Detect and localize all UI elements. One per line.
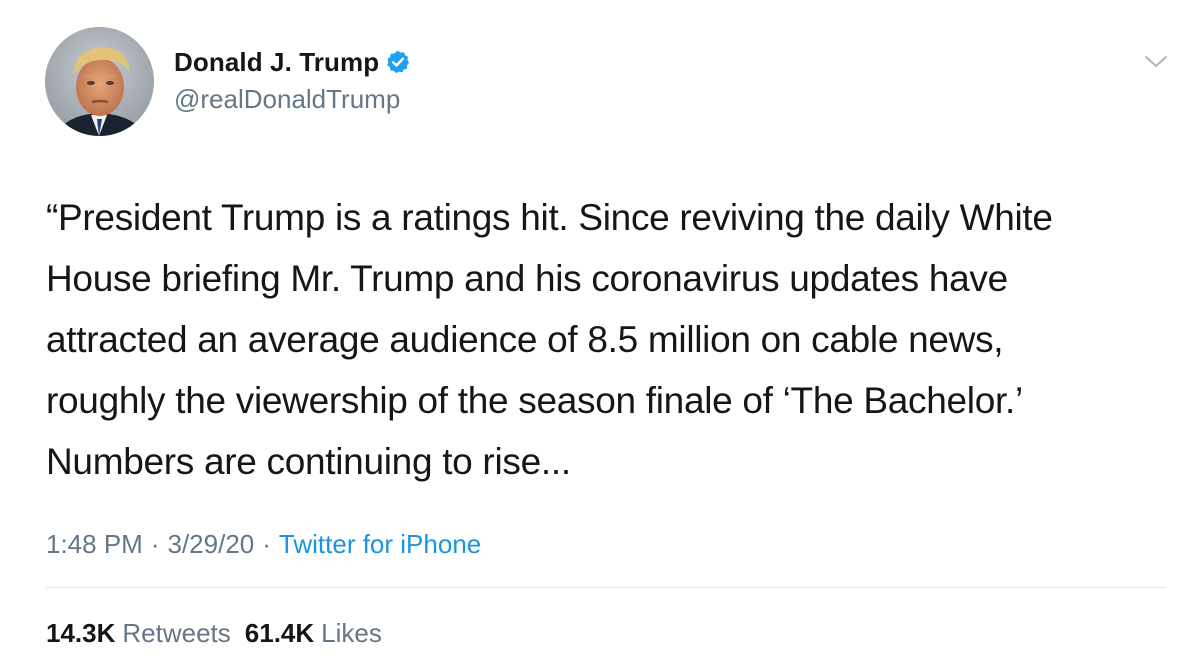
author-handle[interactable]: @realDonaldTrump [174, 84, 400, 115]
avatar[interactable] [45, 27, 154, 136]
meta-separator: · [150, 528, 160, 559]
verified-badge-icon [385, 49, 411, 75]
tweet-source-link[interactable]: Twitter for iPhone [279, 529, 481, 560]
retweets-stat[interactable]: 14.3K Retweets [46, 618, 231, 649]
profile-photo-icon [45, 27, 154, 136]
chevron-down-icon[interactable] [1143, 52, 1169, 72]
tweet-stats: 14.3K Retweets 61.4K Likes [46, 615, 382, 651]
likes-label: Likes [321, 617, 382, 648]
tweet-meta: 1:48 PM · 3/29/20 · Twitter for iPhone [46, 526, 481, 562]
tweet-date[interactable]: 3/29/20 [168, 529, 255, 560]
retweets-label: Retweets [122, 617, 231, 648]
tweet-card: Donald J. Trump @realDonaldTrump “Presid… [0, 0, 1200, 671]
meta-separator: · [262, 528, 271, 559]
divider [46, 587, 1166, 588]
likes-stat[interactable]: 61.4K Likes [245, 618, 382, 649]
tweet-time[interactable]: 1:48 PM [46, 529, 143, 560]
display-name[interactable]: Donald J. Trump [174, 47, 379, 78]
likes-count: 61.4K [244, 617, 315, 648]
tweet-text: “President Trump is a ratings hit. Since… [46, 197, 1053, 482]
author-name-row[interactable]: Donald J. Trump [174, 44, 411, 80]
retweets-count: 14.3K [46, 617, 116, 648]
